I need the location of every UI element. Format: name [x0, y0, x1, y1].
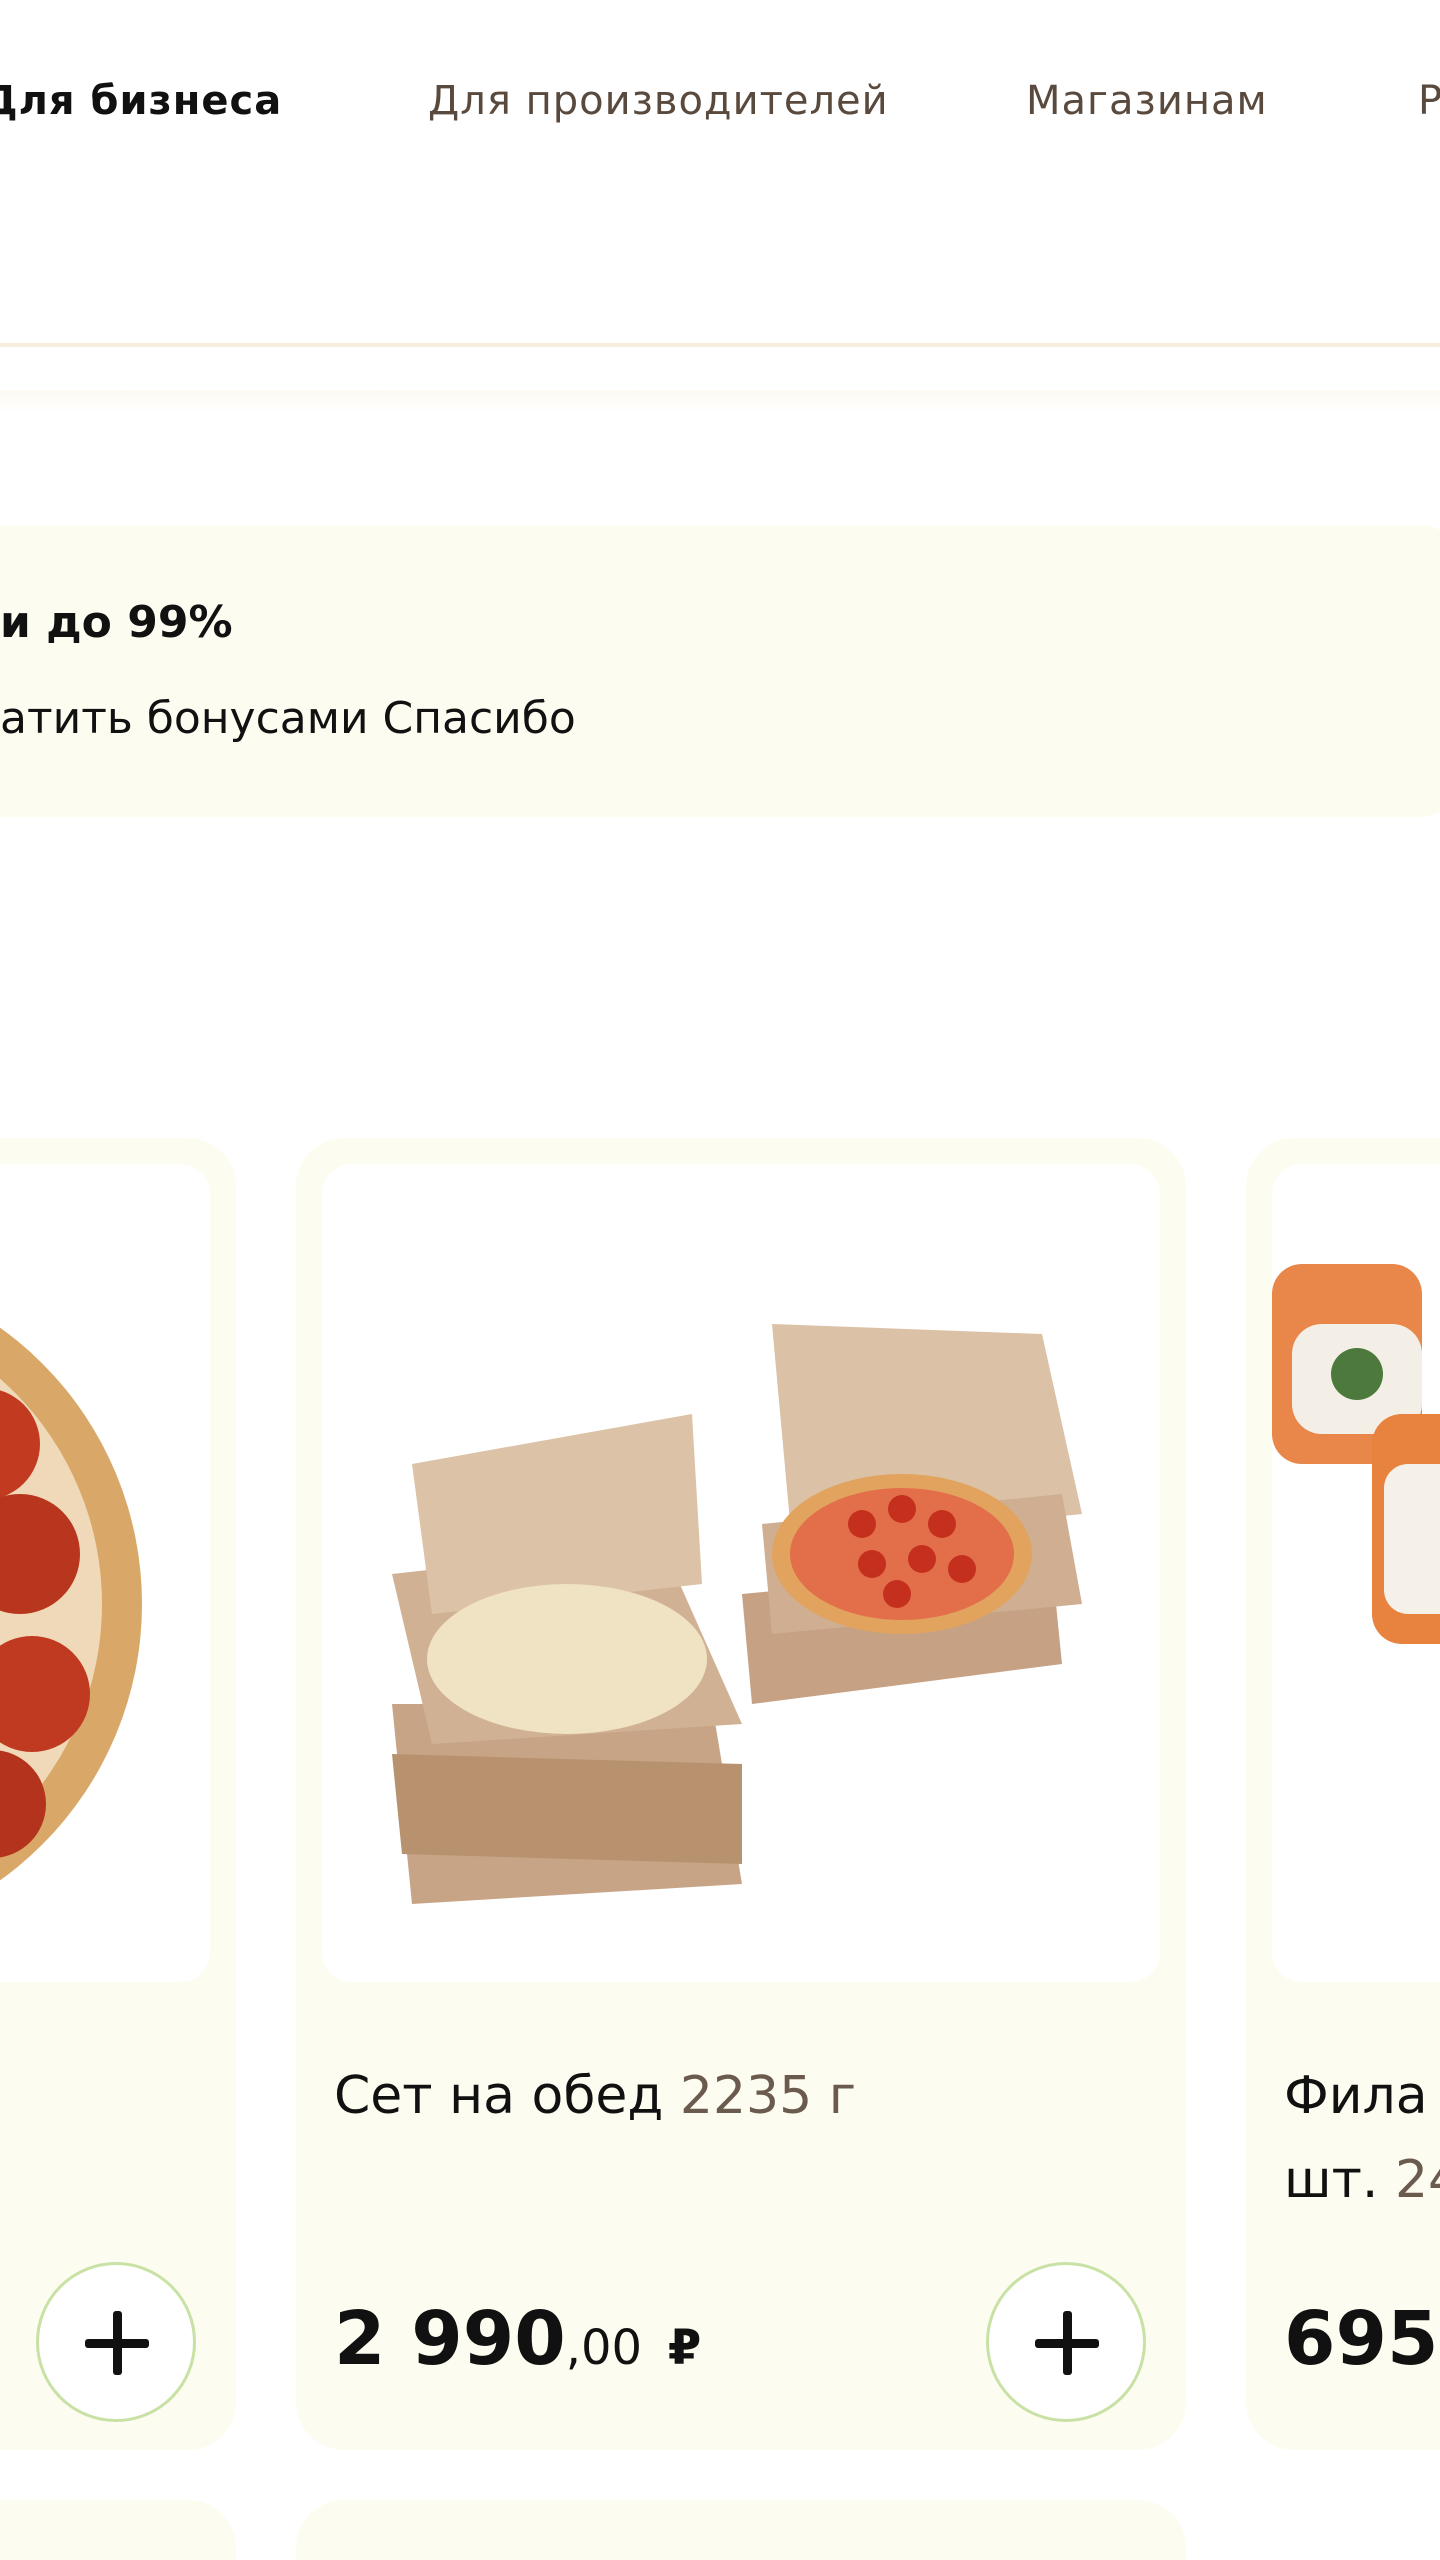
product-card-next-row[interactable] — [0, 2500, 236, 2560]
product-image-sushi[interactable] — [1272, 1164, 1440, 1982]
product-card-next-row[interactable] — [296, 2500, 1186, 2560]
product-card[interactable]: 0 г — [0, 1138, 236, 2450]
promo-title: и до 99% — [0, 597, 233, 648]
divider — [0, 390, 1440, 414]
add-to-cart-button[interactable] — [986, 2262, 1146, 2422]
top-nav: Для бизнеса Для производителей Магазинам… — [0, 0, 1440, 206]
product-image-pizza[interactable] — [0, 1164, 210, 1982]
product-weight: 24 — [1394, 2150, 1440, 2210]
add-to-cart-button[interactable] — [36, 2262, 196, 2422]
price-kopecks: ,00 — [565, 2320, 643, 2376]
product-price: 2 990,00 ₽ — [334, 2296, 701, 2382]
product-price: 695 — [1284, 2296, 1438, 2382]
nav-link-stores[interactable]: Магазинам — [1026, 78, 1268, 124]
plus-icon-vertical — [1063, 2311, 1072, 2375]
sushi-image — [1272, 1264, 1440, 1644]
product-card[interactable]: Сет на обед 2235 г 2 990,00 ₽ — [296, 1138, 1186, 2450]
product-name-line2: шт. — [1284, 2150, 1379, 2210]
product-card[interactable]: Фила шт. 24 695 — [1246, 1138, 1440, 2450]
search-bar[interactable] — [0, 203, 1440, 347]
nav-link-business[interactable]: Для бизнеса — [0, 78, 282, 124]
product-weight: 2235 г — [679, 2066, 857, 2126]
product-title: 0 г — [0, 2054, 204, 2138]
price-main: 695 — [1284, 2296, 1439, 2382]
plus-icon-vertical — [113, 2311, 122, 2375]
pizza-boxes-image — [392, 1324, 1082, 1904]
product-image-set[interactable] — [322, 1164, 1160, 1982]
page: Для бизнеса Для производителей Магазинам… — [0, 0, 1440, 2560]
product-title: Сет на обед 2235 г — [334, 2054, 1154, 2138]
pizza-image — [0, 1327, 142, 1881]
currency-symbol: ₽ — [667, 2320, 702, 2376]
product-name: Фила — [1284, 2066, 1428, 2126]
nav-link-more[interactable]: Р — [1418, 78, 1440, 124]
price-main: 2 990 — [334, 2296, 566, 2382]
promo-subtitle: атить бонусами Спасибо — [0, 693, 576, 744]
promo-banner[interactable]: и до 99% атить бонусами Спасибо — [0, 525, 1440, 817]
product-name: Сет на обед — [334, 2066, 664, 2126]
product-title: Фила шт. 24 — [1284, 2054, 1440, 2222]
nav-link-producers[interactable]: Для производителей — [428, 78, 889, 124]
